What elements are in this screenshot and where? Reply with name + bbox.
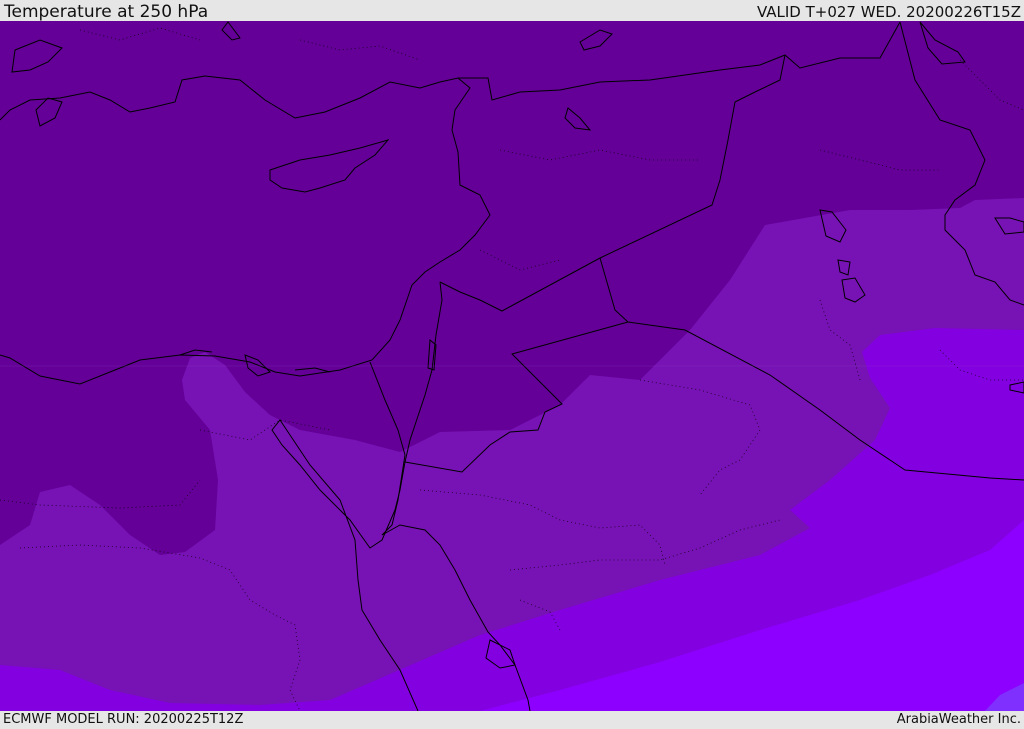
temperature-map bbox=[0, 21, 1024, 711]
map-title: Temperature at 250 hPa bbox=[4, 2, 209, 22]
valid-time: VALID T+027 WED. 20200226T15Z bbox=[756, 3, 1021, 21]
header-bar: Temperature at 250 hPa VALID T+027 WED. … bbox=[0, 0, 1024, 21]
credit-text: ArabiaWeather Inc. bbox=[896, 712, 1021, 727]
footer-bar: ECMWF MODEL RUN: 20200225T12Z ArabiaWeat… bbox=[0, 711, 1024, 729]
model-run: ECMWF MODEL RUN: 20200225T12Z bbox=[3, 712, 244, 727]
